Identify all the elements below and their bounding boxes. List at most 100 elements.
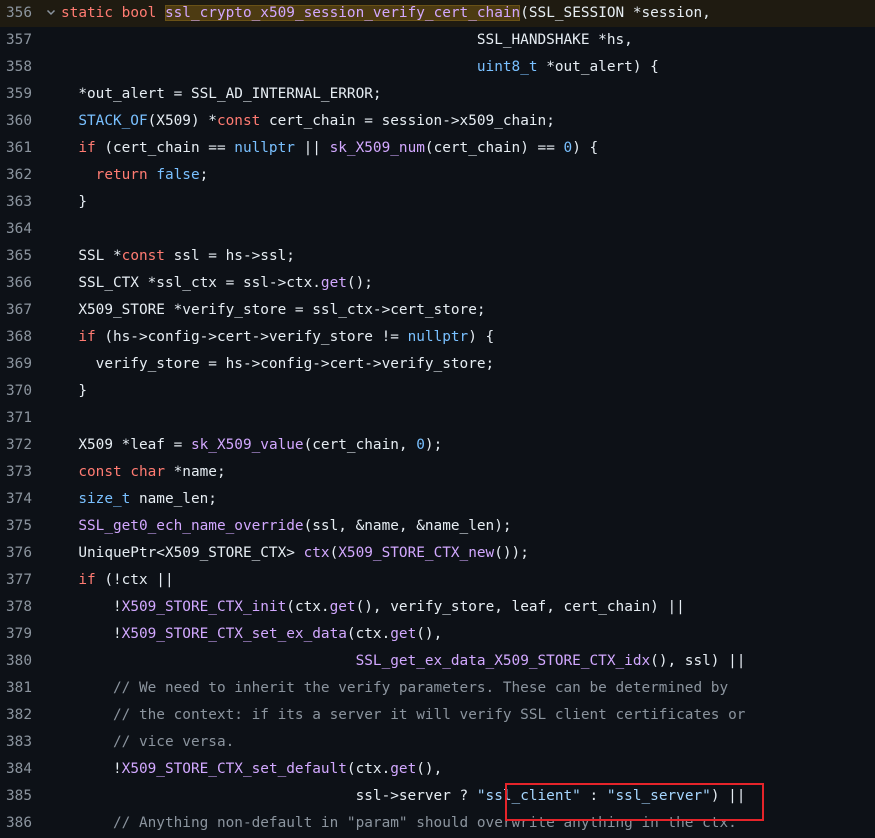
line-number[interactable]: 377 <box>0 567 32 594</box>
code-token: (X509) * <box>147 113 217 129</box>
highlighted-function-name: ssl_crypto_x509_session_verify_cert_chai… <box>164 5 521 21</box>
code-token: *out_alert = SSL_AD_INTERNAL_ERROR; <box>61 86 382 102</box>
code-token: (), <box>416 761 443 777</box>
code-token: ()); <box>494 545 529 561</box>
code-token: (cert_chain, <box>303 437 417 453</box>
code-token: (), ssl) || <box>650 653 746 669</box>
code-text: !X509_STORE_CTX_set_ex_data(ctx.get(), <box>61 621 442 648</box>
code-line: 364 <box>0 216 875 243</box>
code-text: if (hs->config->cert->verify_store != nu… <box>61 324 494 351</box>
code-line: 380 SSL_get_ex_data_X509_STORE_CTX_idx()… <box>0 648 875 675</box>
code-text: // We need to inherit the verify paramet… <box>61 675 728 702</box>
code-text: SSL_get_ex_data_X509_STORE_CTX_idx(), ss… <box>61 648 746 675</box>
line-number[interactable]: 362 <box>0 162 32 189</box>
code-token: ) { <box>572 140 599 156</box>
chevron-down-icon[interactable] <box>42 0 60 27</box>
code-token: ) || <box>710 788 746 804</box>
line-number[interactable]: 363 <box>0 189 32 216</box>
code-token: } <box>61 194 87 210</box>
code-token: "ssl_client" <box>476 788 581 804</box>
code-line: 378 !X509_STORE_CTX_init(ctx.get(), veri… <box>0 594 875 621</box>
code-text: if (!ctx || <box>61 567 173 594</box>
code-line: 372 X509 *leaf = sk_X509_value(cert_chai… <box>0 432 875 459</box>
code-token: // Anything non-default in "param" shoul… <box>61 815 737 831</box>
code-text: const char *name; <box>61 459 226 486</box>
code-text: size_t name_len; <box>61 486 217 513</box>
code-token: ssl->server ? <box>61 788 477 804</box>
line-number[interactable]: 373 <box>0 459 32 486</box>
code-token: (), <box>416 626 443 642</box>
code-text: } <box>61 189 87 216</box>
code-line: 358 uint8_t *out_alert) { <box>0 54 875 81</box>
line-number[interactable]: 369 <box>0 351 32 378</box>
line-number[interactable]: 364 <box>0 216 32 243</box>
code-token: (cert_chain == <box>95 140 235 156</box>
code-token: uint8_t <box>476 59 538 75</box>
code-token: X509_STORE_CTX_new <box>338 545 495 561</box>
code-line: 377 if (!ctx || <box>0 567 875 594</box>
code-text: SSL *const ssl = hs->ssl; <box>61 243 295 270</box>
code-token: false <box>156 167 200 183</box>
line-number[interactable]: 386 <box>0 810 32 837</box>
code-line: 356 static bool ssl_crypto_x509_session_v… <box>0 0 875 27</box>
line-number[interactable]: 374 <box>0 486 32 513</box>
line-number[interactable]: 370 <box>0 378 32 405</box>
code-line: 357 SSL_HANDSHAKE *hs, <box>0 27 875 54</box>
line-number[interactable]: 380 <box>0 648 32 675</box>
code-token: ; <box>199 167 209 183</box>
line-number[interactable]: 378 <box>0 594 32 621</box>
code-token: (ctx. <box>286 599 330 615</box>
code-view: 356 static bool ssl_crypto_x509_session_v… <box>0 0 875 838</box>
code-text: ssl->server ? "ssl_client" : "ssl_server… <box>61 783 746 810</box>
line-number[interactable]: 383 <box>0 729 32 756</box>
line-number[interactable]: 360 <box>0 108 32 135</box>
code-text: STACK_OF(X509) *const cert_chain = sessi… <box>61 108 555 135</box>
code-line: 366 SSL_CTX *ssl_ctx = ssl->ctx.get(); <box>0 270 875 297</box>
line-number[interactable]: 385 <box>0 783 32 810</box>
code-token: SSL_get_ex_data_X509_STORE_CTX_idx <box>355 653 651 669</box>
line-number[interactable]: 376 <box>0 540 32 567</box>
code-token: return <box>95 167 148 183</box>
line-number[interactable]: 366 <box>0 270 32 297</box>
code-text: !X509_STORE_CTX_init(ctx.get(), verify_s… <box>61 594 685 621</box>
line-number[interactable]: 361 <box>0 135 32 162</box>
line-number[interactable]: 358 <box>0 54 32 81</box>
line-number[interactable]: 382 <box>0 702 32 729</box>
code-line: 361 if (cert_chain == nullptr || sk_X509… <box>0 135 875 162</box>
line-number[interactable]: 365 <box>0 243 32 270</box>
code-line: 383 // vice versa. <box>0 729 875 756</box>
line-number[interactable]: 379 <box>0 621 32 648</box>
line-number[interactable]: 356 <box>0 0 32 27</box>
line-number[interactable]: 357 <box>0 27 32 54</box>
line-number[interactable]: 367 <box>0 297 32 324</box>
code-text: // Anything non-default in "param" shoul… <box>61 810 737 837</box>
code-token: *name; <box>164 464 226 480</box>
code-token: (SSL_SESSION *session, <box>520 5 711 21</box>
line-number[interactable]: 372 <box>0 432 32 459</box>
code-text: return false; <box>61 162 209 189</box>
line-number[interactable]: 381 <box>0 675 32 702</box>
line-number[interactable]: 359 <box>0 81 32 108</box>
line-number[interactable]: 368 <box>0 324 32 351</box>
line-number[interactable]: 375 <box>0 513 32 540</box>
code-token: ssl = hs->ssl; <box>164 248 295 264</box>
code-line: 363 } <box>0 189 875 216</box>
code-line: 375 SSL_get0_ech_name_override(ssl, &nam… <box>0 513 875 540</box>
code-token: // vice versa. <box>61 734 235 750</box>
code-token: if <box>78 140 96 156</box>
code-token: ! <box>61 761 122 777</box>
line-number[interactable]: 371 <box>0 405 32 432</box>
code-line: 379 !X509_STORE_CTX_set_ex_data(ctx.get(… <box>0 621 875 648</box>
code-token: ctx <box>303 545 330 561</box>
code-token: sk_X509_value <box>190 437 304 453</box>
code-text: verify_store = hs->config->cert->verify_… <box>61 351 495 378</box>
code-token: const <box>216 113 261 129</box>
code-token: size_t <box>78 491 131 507</box>
code-token: SSL * <box>61 248 122 264</box>
line-number[interactable]: 384 <box>0 756 32 783</box>
